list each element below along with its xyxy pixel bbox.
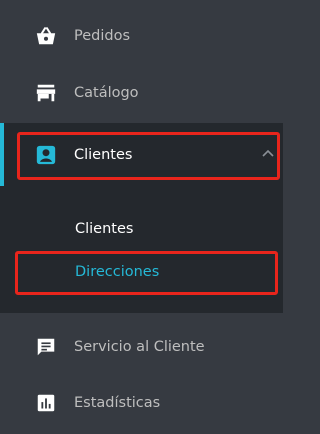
sidebar-item-pedidos[interactable]: Pedidos xyxy=(0,10,283,66)
sidebar-item-label: Catálogo xyxy=(74,85,139,101)
sidebar-item-label: Pedidos xyxy=(74,28,131,44)
sidebar-item-label: Servicio al Cliente xyxy=(74,339,205,355)
submenu-item-label: Clientes xyxy=(75,221,134,237)
sidebar-item-clientes[interactable]: Clientes xyxy=(0,123,283,186)
clientes-submenu: Clientes Direcciones xyxy=(0,186,283,313)
store-icon xyxy=(36,84,56,102)
sidebar-nav: Pedidos Catálogo Clientes Clientes Direc… xyxy=(0,0,283,434)
active-indicator xyxy=(0,123,4,186)
sidebar-item-label: Clientes xyxy=(74,147,133,163)
chat-icon xyxy=(37,338,55,356)
account-circle-icon xyxy=(36,145,56,165)
submenu-item-clientes[interactable]: Clientes xyxy=(0,214,283,254)
shopping-basket-icon xyxy=(36,27,56,45)
chevron-up-icon[interactable] xyxy=(262,149,274,157)
sidebar-item-label: Estadísticas xyxy=(74,395,161,411)
submenu-item-label: Direcciones xyxy=(75,264,160,280)
bar-chart-icon xyxy=(37,394,55,412)
sidebar-item-catalogo[interactable]: Catálogo xyxy=(0,67,283,123)
sidebar-item-estadisticas[interactable]: Estadísticas xyxy=(0,378,283,434)
submenu-item-direcciones[interactable]: Direcciones xyxy=(0,251,283,295)
sidebar-item-servicio-al-cliente[interactable]: Servicio al Cliente xyxy=(0,322,283,378)
